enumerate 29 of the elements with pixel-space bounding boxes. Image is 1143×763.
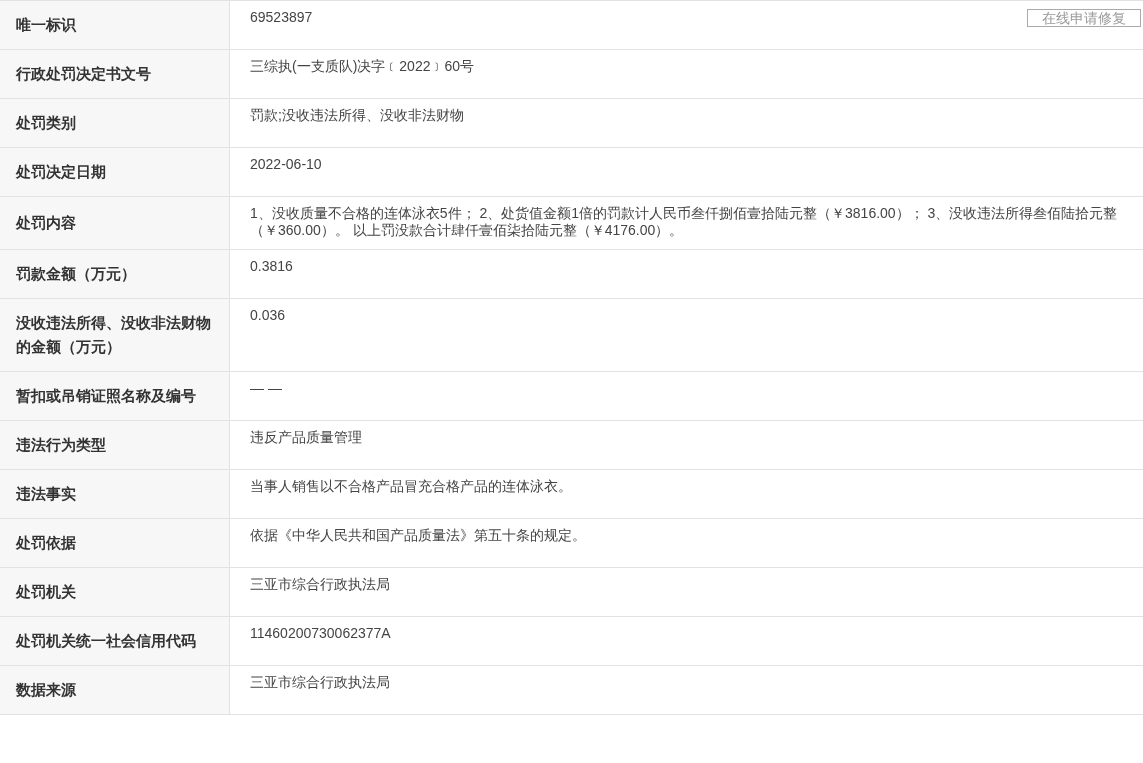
field-label: 处罚依据 bbox=[16, 533, 76, 553]
field-label: 处罚机关 bbox=[16, 582, 76, 602]
field-value: 三亚市综合行政执法局 bbox=[250, 576, 390, 593]
field-label: 罚款金额（万元） bbox=[16, 264, 136, 284]
field-value: 三亚市综合行政执法局 bbox=[250, 674, 390, 691]
field-label: 唯一标识 bbox=[16, 15, 76, 35]
field-value: 1、没收质量不合格的连体泳衣5件； 2、处货值金额1倍的罚款计人民币叁仟捌佰壹拾陆元整（￥3816.00）； 3、没收违法所得叁佰陆拾元整（￥360.00）。 以上罚没款合计肆仟壹佰柒拾陆元整（￥4176.00）。 bbox=[250, 205, 1119, 239]
field-label: 没收违法所得、没收非法财物的金额（万元） bbox=[16, 313, 212, 357]
field-label: 处罚内容 bbox=[16, 213, 76, 233]
field-label: 违法行为类型 bbox=[16, 435, 106, 455]
field-value: 罚款;没收违法所得、没收非法财物 bbox=[250, 107, 464, 124]
field-value: 0.3816 bbox=[250, 258, 293, 275]
field-label: 行政处罚决定书文号 bbox=[16, 64, 151, 84]
field-label: 处罚决定日期 bbox=[16, 162, 106, 182]
field-label: 数据来源 bbox=[16, 680, 76, 700]
field-label: 违法事实 bbox=[16, 484, 76, 504]
field-value: — — bbox=[250, 380, 282, 397]
field-value: 0.036 bbox=[250, 307, 286, 324]
field-value: 当事人销售以不合格产品冒充合格产品的连体泳衣。 bbox=[250, 478, 572, 495]
field-value: 11460200730062377A bbox=[250, 625, 391, 642]
field-label: 暂扣或吊销证照名称及编号 bbox=[16, 386, 196, 406]
field-label: 处罚机关统一社会信用代码 bbox=[16, 631, 196, 651]
field-value: 依据《中华人民共和国产品质量法》第五十条的规定。 bbox=[250, 527, 586, 544]
field-value: 69523897 bbox=[250, 9, 313, 26]
field-label: 处罚类别 bbox=[16, 113, 76, 133]
field-value: 2022-06-10 bbox=[250, 156, 322, 173]
field-value: 违反产品质量管理 bbox=[250, 429, 362, 446]
field-value: 三综执(一支质队)决字﹝2022﹞60号 bbox=[250, 58, 475, 75]
repair-request-button[interactable]: 在线申请修复 bbox=[1027, 9, 1141, 27]
